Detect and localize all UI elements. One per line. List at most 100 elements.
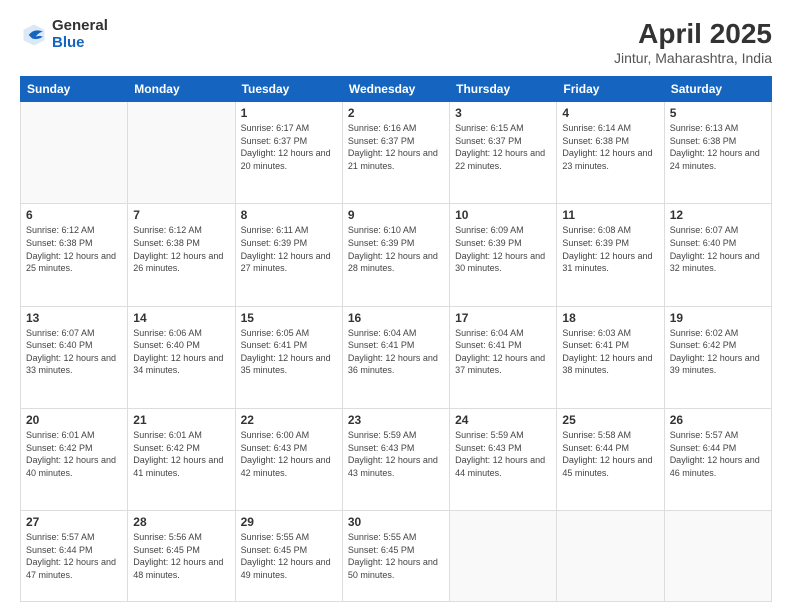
day-info: Sunrise: 6:00 AMSunset: 6:43 PMDaylight:…: [241, 429, 337, 479]
day-cell-20: 20Sunrise: 6:01 AMSunset: 6:42 PMDayligh…: [21, 408, 128, 510]
day-info: Sunrise: 6:09 AMSunset: 6:39 PMDaylight:…: [455, 224, 551, 274]
day-cell-18: 18 Sunrise: 6:03 AMSunset: 6:41 PMDayligh…: [557, 306, 664, 408]
day-number: 15: [241, 311, 337, 325]
day-cell-11: 11Sunrise: 6:08 AMSunset: 6:39 PMDayligh…: [557, 204, 664, 306]
calendar-table: SundayMondayTuesdayWednesdayThursdayFrid…: [20, 76, 772, 602]
day-info: Sunrise: 5:58 AMSunset: 6:44 PMDaylight:…: [562, 429, 658, 479]
day-cell-23: 23Sunrise: 5:59 AMSunset: 6:43 PMDayligh…: [342, 408, 449, 510]
day-info: Sunrise: 5:59 AMSunset: 6:43 PMDaylight:…: [348, 429, 444, 479]
day-cell-2: 2 Sunrise: 6:16 AMSunset: 6:37 PMDaylight…: [342, 102, 449, 204]
day-info: Sunrise: 5:55 AMSunset: 6:45 PMDaylight:…: [348, 531, 444, 581]
logo-blue: Blue: [52, 35, 108, 52]
day-number: 9: [348, 208, 444, 222]
day-number: 18: [562, 311, 658, 325]
day-cell-22: 22 Sunrise: 6:00 AMSunset: 6:43 PMDayligh…: [235, 408, 342, 510]
day-number: 21: [133, 413, 229, 427]
day-number: 22: [241, 413, 337, 427]
day-info: Sunrise: 6:07 AMSunset: 6:40 PMDaylight:…: [670, 224, 766, 274]
day-cell-25: 25 Sunrise: 5:58 AMSunset: 6:44 PMDayligh…: [557, 408, 664, 510]
day-cell-5: 5 Sunrise: 6:13 AMSunset: 6:38 PMDaylight…: [664, 102, 771, 204]
day-info: Sunrise: 6:16 AMSunset: 6:37 PMDaylight:…: [348, 122, 444, 172]
day-number: 16: [348, 311, 444, 325]
empty-cell: [21, 102, 128, 204]
logo-icon: [20, 21, 48, 49]
week-row-1: 1Sunrise: 6:17 AMSunset: 6:37 PMDaylight…: [21, 102, 772, 204]
day-number: 28: [133, 515, 229, 529]
week-row-5: 27 Sunrise: 5:57 AMSunset: 6:44 PMDayligh…: [21, 511, 772, 602]
day-info: Sunrise: 6:01 AMSunset: 6:42 PMDaylight:…: [133, 429, 229, 479]
day-cell-1: 1Sunrise: 6:17 AMSunset: 6:37 PMDaylight…: [235, 102, 342, 204]
day-number: 6: [26, 208, 122, 222]
empty-cell: [450, 511, 557, 602]
day-cell-30: 30 Sunrise: 5:55 AMSunset: 6:45 PMDayligh…: [342, 511, 449, 602]
day-number: 4: [562, 106, 658, 120]
day-cell-16: 16 Sunrise: 6:04 AMSunset: 6:41 PMDayligh…: [342, 306, 449, 408]
day-cell-6: 6 Sunrise: 6:12 AMSunset: 6:38 PMDaylight…: [21, 204, 128, 306]
day-number: 30: [348, 515, 444, 529]
day-info: Sunrise: 6:04 AMSunset: 6:41 PMDaylight:…: [455, 327, 551, 377]
day-cell-26: 26Sunrise: 5:57 AMSunset: 6:44 PMDayligh…: [664, 408, 771, 510]
day-info: Sunrise: 6:12 AMSunset: 6:38 PMDaylight:…: [26, 224, 122, 274]
day-info: Sunrise: 6:15 AMSunset: 6:37 PMDaylight:…: [455, 122, 551, 172]
week-row-3: 13 Sunrise: 6:07 AMSunset: 6:40 PMDayligh…: [21, 306, 772, 408]
day-headers-row: SundayMondayTuesdayWednesdayThursdayFrid…: [21, 77, 772, 102]
day-cell-27: 27 Sunrise: 5:57 AMSunset: 6:44 PMDayligh…: [21, 511, 128, 602]
day-number: 5: [670, 106, 766, 120]
day-cell-21: 21 Sunrise: 6:01 AMSunset: 6:42 PMDayligh…: [128, 408, 235, 510]
day-cell-12: 12 Sunrise: 6:07 AMSunset: 6:40 PMDayligh…: [664, 204, 771, 306]
day-info: Sunrise: 6:06 AMSunset: 6:40 PMDaylight:…: [133, 327, 229, 377]
day-cell-19: 19 Sunrise: 6:02 AMSunset: 6:42 PMDayligh…: [664, 306, 771, 408]
day-number: 19: [670, 311, 766, 325]
day-cell-10: 10 Sunrise: 6:09 AMSunset: 6:39 PMDayligh…: [450, 204, 557, 306]
day-cell-28: 28 Sunrise: 5:56 AMSunset: 6:45 PMDayligh…: [128, 511, 235, 602]
day-number: 14: [133, 311, 229, 325]
day-header-saturday: Saturday: [664, 77, 771, 102]
day-cell-8: 8 Sunrise: 6:11 AMSunset: 6:39 PMDaylight…: [235, 204, 342, 306]
day-info: Sunrise: 5:57 AMSunset: 6:44 PMDaylight:…: [26, 531, 122, 581]
day-number: 3: [455, 106, 551, 120]
day-number: 27: [26, 515, 122, 529]
day-info: Sunrise: 6:05 AMSunset: 6:41 PMDaylight:…: [241, 327, 337, 377]
logo-general: General: [52, 18, 108, 35]
day-header-thursday: Thursday: [450, 77, 557, 102]
day-header-friday: Friday: [557, 77, 664, 102]
day-info: Sunrise: 6:10 AMSunset: 6:39 PMDaylight:…: [348, 224, 444, 274]
logo: General Blue: [20, 18, 108, 51]
day-info: Sunrise: 6:11 AMSunset: 6:39 PMDaylight:…: [241, 224, 337, 274]
week-row-4: 20 Sunrise: 6:01 AMSunset: 6:42 PMDayligh…: [21, 408, 772, 510]
day-number: 2: [348, 106, 444, 120]
day-number: 26: [670, 413, 766, 427]
day-number: 24: [455, 413, 551, 427]
empty-cell: [557, 511, 664, 602]
day-cell-15: 15 Sunrise: 6:05 AMSunset: 6:41 PMDayligh…: [235, 306, 342, 408]
day-info: Sunrise: 6:03 AMSunset: 6:41 PMDaylight:…: [562, 327, 658, 377]
day-info: Sunrise: 6:04 AMSunset: 6:41 PMDaylight:…: [348, 327, 444, 377]
day-number: 25: [562, 413, 658, 427]
day-info: Sunrise: 6:14 AMSunset: 6:38 PMDaylight:…: [562, 122, 658, 172]
day-cell-9: 9 Sunrise: 6:10 AMSunset: 6:39 PMDaylight…: [342, 204, 449, 306]
day-info: Sunrise: 5:55 AMSunset: 6:45 PMDaylight:…: [241, 531, 337, 581]
day-cell-29: 29 Sunrise: 5:55 AMSunset: 6:45 PMDayligh…: [235, 511, 342, 602]
day-number: 29: [241, 515, 337, 529]
day-cell-14: 14 Sunrise: 6:06 AMSunset: 6:40 PMDayligh…: [128, 306, 235, 408]
day-number: 8: [241, 208, 337, 222]
header: General Blue April 2025 Jintur, Maharash…: [20, 18, 772, 66]
day-header-wednesday: Wednesday: [342, 77, 449, 102]
day-info: Sunrise: 6:02 AMSunset: 6:42 PMDaylight:…: [670, 327, 766, 377]
day-info: Sunrise: 6:07 AMSunset: 6:40 PMDaylight:…: [26, 327, 122, 377]
day-number: 20: [26, 413, 122, 427]
day-number: 12: [670, 208, 766, 222]
day-info: Sunrise: 5:56 AMSunset: 6:45 PMDaylight:…: [133, 531, 229, 581]
day-number: 13: [26, 311, 122, 325]
day-cell-3: 3 Sunrise: 6:15 AMSunset: 6:37 PMDaylight…: [450, 102, 557, 204]
logo-text: General Blue: [52, 18, 108, 51]
calendar-subtitle: Jintur, Maharashtra, India: [614, 50, 772, 66]
day-cell-4: 4 Sunrise: 6:14 AMSunset: 6:38 PMDaylight…: [557, 102, 664, 204]
day-info: Sunrise: 6:13 AMSunset: 6:38 PMDaylight:…: [670, 122, 766, 172]
empty-cell: [128, 102, 235, 204]
day-info: Sunrise: 6:08 AMSunset: 6:39 PMDaylight:…: [562, 224, 658, 274]
day-cell-24: 24Sunrise: 5:59 AMSunset: 6:43 PMDayligh…: [450, 408, 557, 510]
day-number: 10: [455, 208, 551, 222]
day-info: Sunrise: 6:12 AMSunset: 6:38 PMDaylight:…: [133, 224, 229, 274]
empty-cell: [664, 511, 771, 602]
